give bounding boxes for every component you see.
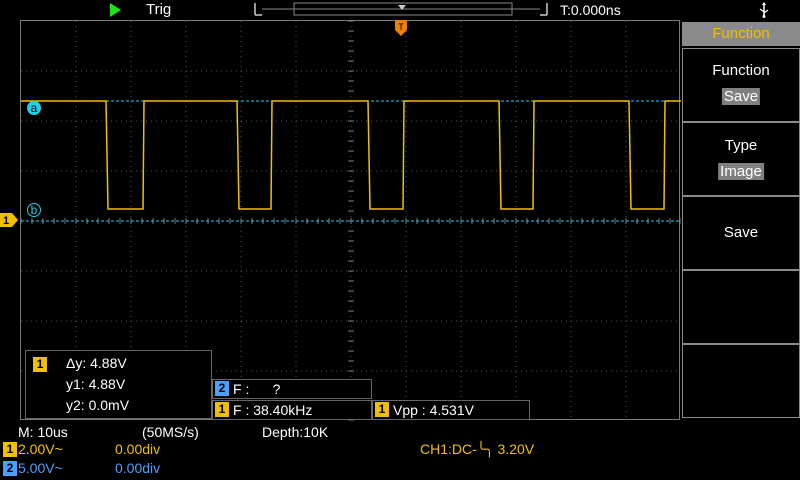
- svg-text:1: 1: [3, 215, 9, 227]
- ch1-waveform: [21, 100, 681, 210]
- menu-item-title: Save: [723, 224, 759, 241]
- menu-item-save[interactable]: Save: [682, 196, 800, 270]
- run-play-icon[interactable]: [110, 3, 121, 17]
- menu-item-value: Image: [718, 163, 764, 180]
- menu-item-value: Save: [721, 88, 761, 105]
- measurement-text: Vpp : 4.531V: [393, 402, 474, 418]
- menu-header: Function: [682, 22, 800, 46]
- cursor-delta-y: Δy: 4.88V: [66, 355, 127, 371]
- menu-item-title: Function: [712, 62, 770, 79]
- cursor-b-marker[interactable]: b: [27, 203, 41, 217]
- timebase-readout: M: 10us: [18, 424, 68, 440]
- trigger-time-offset: T:0.000ns: [560, 2, 621, 18]
- usb-icon: [759, 2, 769, 18]
- top-status-bar: Trig T:0.000ns: [0, 0, 800, 20]
- trigger-position-marker[interactable]: T: [395, 20, 407, 36]
- function-menu: Function Function Save Type Image Save: [682, 20, 800, 420]
- bottom-status-bar: M: 10us (50MS/s) Depth:10K 1 2.00V~ 0.00…: [0, 424, 800, 480]
- cursor-a-marker[interactable]: a: [27, 101, 41, 115]
- menu-item-function[interactable]: Function Save: [682, 48, 800, 122]
- svg-text:T: T: [398, 22, 404, 32]
- channel-1-scale: 2.00V~: [18, 441, 63, 457]
- channel-2-scale: 5.00V~: [18, 460, 63, 476]
- ch1-level-marker[interactable]: 1: [0, 213, 18, 227]
- measurement-ch2-frequency: 2 F : ?: [212, 379, 372, 399]
- measurement-text: F : ?: [233, 381, 281, 397]
- menu-item-type[interactable]: Type Image: [682, 122, 800, 196]
- channel-2-badge: 2: [3, 461, 17, 476]
- cursor-y2: y2: 0.0mV: [66, 397, 130, 413]
- measurement-ch1-frequency: 1 F : 38.40kHz: [212, 400, 372, 420]
- menu-item-empty-5[interactable]: [682, 344, 800, 418]
- trigger-settings-readout: CH1:DC-╰╮ 3.20V: [420, 441, 535, 457]
- cursor-readout-panel: 1 Δy: 4.88V y1: 4.88V y2: 0.0mV: [25, 350, 212, 419]
- cursor-y1: y1: 4.88V: [66, 376, 126, 392]
- channel-1-badge: 1: [33, 357, 47, 372]
- channel-2-position: 0.00div: [115, 460, 161, 476]
- menu-item-title: Type: [724, 137, 758, 154]
- channel-1-position: 0.00div: [115, 441, 161, 457]
- channel-2-badge: 2: [215, 381, 229, 396]
- measurement-text: F : 38.40kHz: [233, 402, 313, 418]
- measurement-ch1-vpp: 1 Vpp : 4.531V: [372, 400, 530, 420]
- memory-depth-readout: Depth:10K: [262, 424, 329, 440]
- memory-position-bar[interactable]: [254, 2, 548, 16]
- channel-1-badge: 1: [375, 402, 389, 417]
- sample-rate-readout: (50MS/s): [142, 424, 199, 440]
- channel-1-badge: 1: [215, 402, 229, 417]
- channel-1-badge: 1: [3, 442, 17, 457]
- menu-item-empty-4[interactable]: [682, 270, 800, 344]
- run-state-label: Trig: [146, 1, 172, 18]
